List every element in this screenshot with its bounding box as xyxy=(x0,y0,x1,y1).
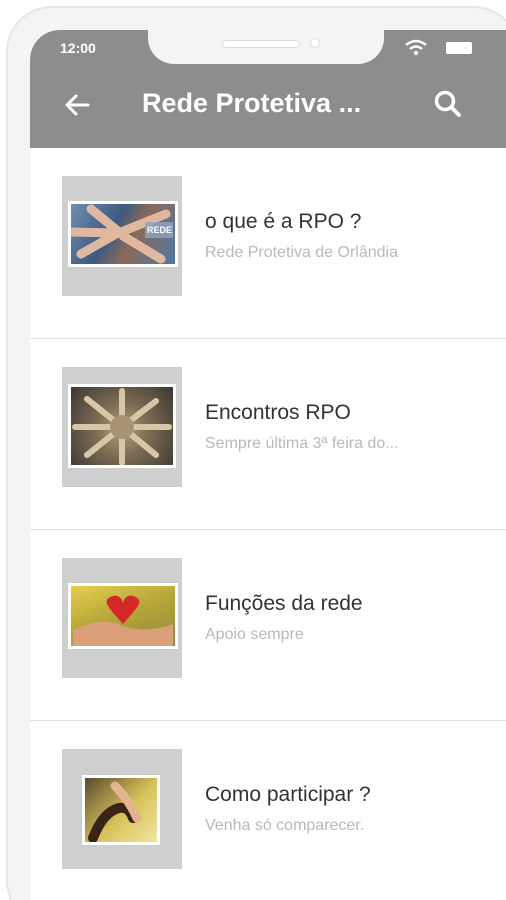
item-title: Encontros RPO xyxy=(205,401,351,424)
item-subtitle: Rede Protetiva de Orlândia xyxy=(205,244,398,261)
thumbnail-logo-text: REDE xyxy=(147,225,172,235)
thumbnail-frame: REDE xyxy=(62,176,182,296)
item-subtitle: Sempre última 3ª feira do... xyxy=(205,435,399,452)
item-subtitle: Apoio sempre xyxy=(205,626,304,643)
list-item[interactable]: Como participar ? Venha só comparecer. xyxy=(30,721,506,900)
thumbnail-frame xyxy=(62,367,182,487)
topic-list: REDE o que é a RPO ? Rede Protetiva de O… xyxy=(30,148,506,900)
list-item[interactable]: REDE o que é a RPO ? Rede Protetiva de O… xyxy=(30,148,506,339)
phone-screen: 12:00 Rede Protetiva ... REDE o que é a … xyxy=(30,30,506,900)
thumbnail-frame xyxy=(62,558,182,678)
item-title: o que é a RPO ? xyxy=(205,210,362,233)
list-item[interactable]: Funções da rede Apoio sempre xyxy=(30,530,506,721)
thumbnail-frame xyxy=(62,749,182,869)
item-title: Funções da rede xyxy=(205,592,363,615)
item-title: Como participar ? xyxy=(205,783,371,806)
app-bar: 12:00 Rede Protetiva ... xyxy=(30,30,506,148)
wifi-icon xyxy=(405,39,427,56)
app-title: Rede Protetiva ... xyxy=(142,88,362,118)
back-arrow-icon[interactable] xyxy=(62,90,92,120)
thumbnail-image xyxy=(82,775,160,845)
speaker-grille xyxy=(222,40,300,48)
search-icon[interactable] xyxy=(432,88,464,120)
thumbnail-image: REDE xyxy=(68,201,178,267)
battery-icon xyxy=(446,42,472,54)
front-camera xyxy=(310,38,320,48)
item-subtitle: Venha só comparecer. xyxy=(205,817,365,834)
status-time: 12:00 xyxy=(60,40,96,56)
phone-notch xyxy=(148,30,384,64)
thumbnail-image xyxy=(68,583,178,649)
thumbnail-image xyxy=(68,384,176,468)
list-item[interactable]: Encontros RPO Sempre última 3ª feira do.… xyxy=(30,339,506,530)
